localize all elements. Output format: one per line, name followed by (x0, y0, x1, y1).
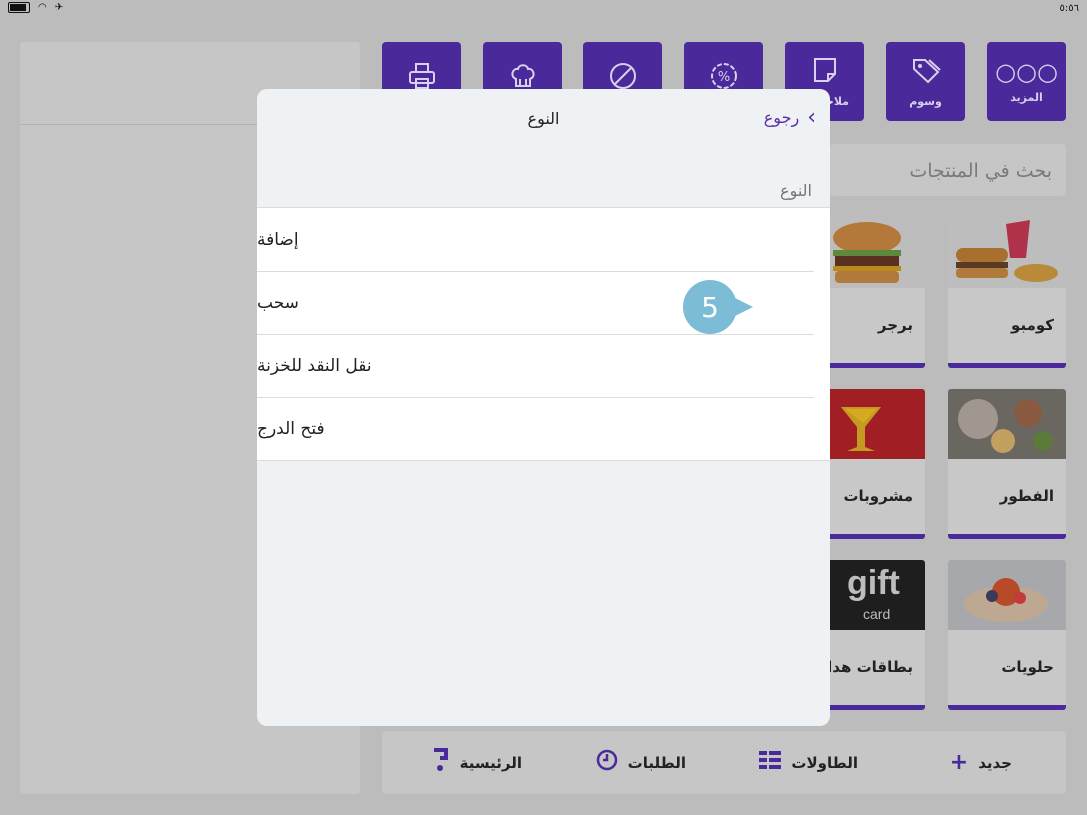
status-time: ٥:٥٦ (1059, 3, 1079, 14)
type-popover: النوع › رجوع النوع إضافة سحب نقل النقد ل… (257, 89, 830, 726)
more-icon: ○○○ (995, 58, 1058, 86)
product-card-breakfast[interactable]: الفطور (948, 389, 1066, 539)
svg-text:%: % (717, 70, 729, 85)
tags-label: وسوم (909, 94, 942, 108)
nav-orders[interactable]: الطلبات (596, 731, 686, 794)
type-options-list: إضافة سحب نقل النقد للخزنة فتح الدرج (257, 207, 830, 461)
product-name: حلويات (1001, 658, 1054, 676)
option-open-drawer[interactable]: فتح الدرج (257, 397, 830, 460)
back-button[interactable]: › رجوع (763, 104, 816, 130)
gift-card-word: gift (847, 564, 900, 602)
status-icons: ◠ ✈ (8, 2, 63, 13)
product-name: مشروبات (843, 487, 913, 505)
more-label: المزيد (1010, 91, 1043, 104)
product-name: بطاقات هدايا (815, 658, 913, 676)
clock-icon (596, 749, 618, 777)
back-label: رجوع (763, 108, 800, 127)
more-button[interactable]: ○○○ المزيد (987, 42, 1066, 121)
status-bar: ◠ ✈ ٥:٥٦ (0, 0, 1087, 18)
section-header: النوع (780, 181, 812, 200)
nav-home-label: الرئيسية (459, 753, 522, 772)
battery-icon (8, 2, 30, 13)
brand-logo-icon (430, 747, 450, 779)
chevron-right-icon: › (807, 104, 816, 130)
airplane-icon: ✈ (54, 2, 64, 13)
product-accent-bar (948, 363, 1066, 368)
plus-icon: + (949, 750, 969, 775)
tags-button[interactable]: وسوم (886, 42, 965, 121)
gift-card-sub: card (863, 606, 891, 622)
search-input[interactable] (830, 144, 1068, 198)
tag-icon (911, 56, 941, 89)
product-name: برجر (877, 316, 913, 334)
nav-tables[interactable]: الطاولات (759, 731, 858, 794)
callout-number: 5 (683, 280, 737, 334)
combo-image (948, 218, 1066, 288)
breakfast-image (948, 389, 1066, 459)
product-accent-bar (948, 534, 1066, 539)
product-name: الفطور (999, 487, 1054, 505)
step-callout: 5 (683, 280, 753, 334)
product-card-desserts[interactable]: حلويات (948, 560, 1066, 710)
bottom-nav: جديد + الطاولات الطلبات الرئيسية (382, 731, 1066, 794)
popover-title: النوع (527, 109, 560, 128)
option-cash-to-safe[interactable]: نقل النقد للخزنة (257, 334, 830, 397)
product-card-combo[interactable]: كومبو (948, 218, 1066, 368)
nav-home[interactable]: الرئيسية (430, 731, 522, 794)
product-name: كومبو (1011, 316, 1054, 334)
dessert-image (948, 560, 1066, 630)
wifi-icon: ◠ (38, 2, 47, 13)
product-accent-bar (948, 705, 1066, 710)
product-search (830, 144, 1068, 198)
nav-orders-label: الطلبات (627, 753, 686, 772)
nav-tables-label: الطاولات (791, 753, 858, 772)
nav-new[interactable]: جديد + (950, 731, 1012, 794)
note-icon (812, 56, 838, 89)
grid-icon (759, 750, 782, 775)
option-add[interactable]: إضافة (257, 208, 830, 271)
nav-new-label: جديد (978, 753, 1012, 772)
